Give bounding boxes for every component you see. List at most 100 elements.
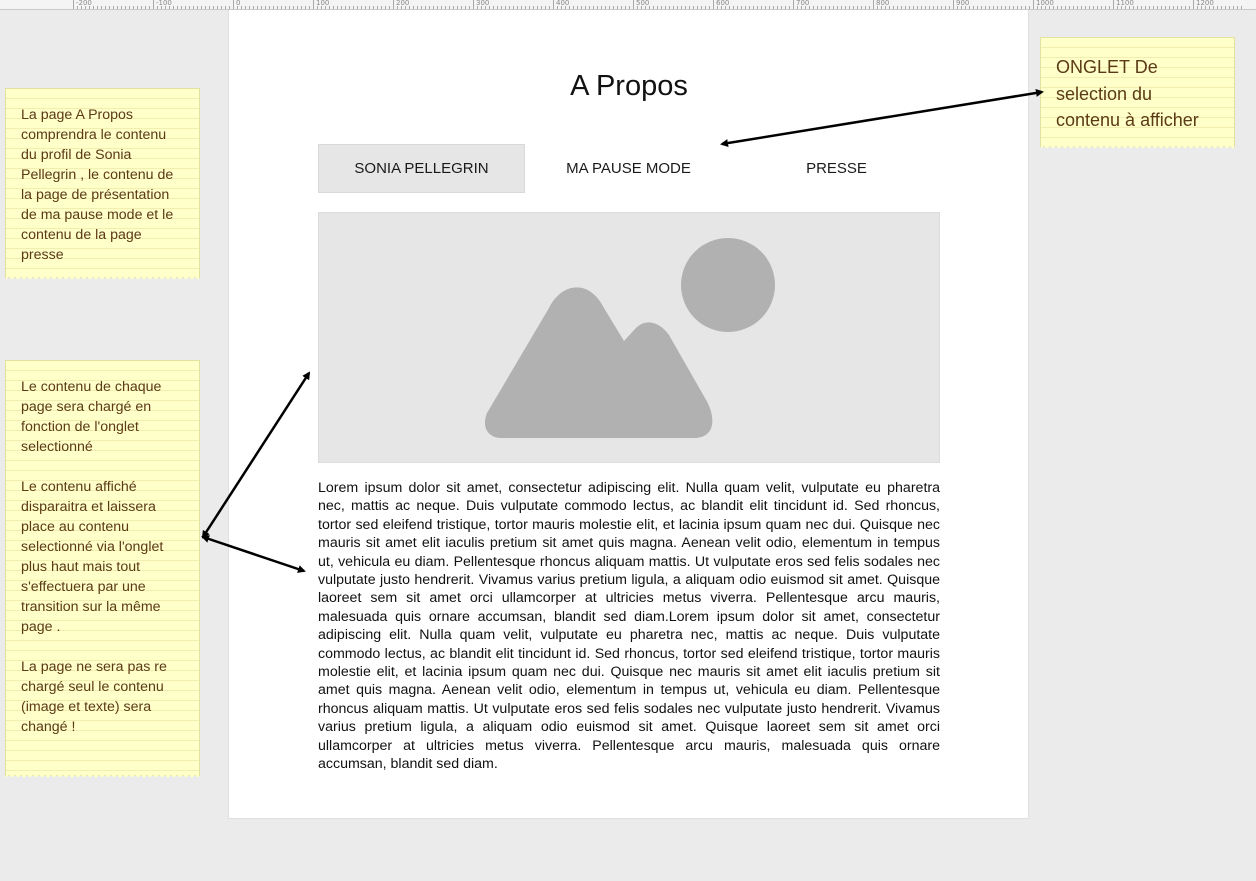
ruler-tick (309, 6, 310, 9)
ruler-tick (373, 6, 374, 9)
image-placeholder (318, 212, 940, 463)
ruler-tick (857, 6, 858, 9)
tab-bar: SONIA PELLEGRIN MA PAUSE MODE PRESSE (318, 144, 940, 193)
ruler-tick (1109, 6, 1110, 9)
ruler-tick (741, 6, 742, 9)
ruler-tick (901, 6, 902, 9)
ruler-tick (449, 6, 450, 9)
ruler-tick (189, 6, 190, 9)
ruler-tick (525, 6, 526, 9)
ruler-tick (1081, 6, 1082, 9)
ruler-tick (853, 6, 854, 9)
ruler-tick (757, 6, 758, 9)
ruler-tick (913, 6, 914, 9)
ruler-tick (201, 6, 202, 9)
ruler-label: 1000 (1036, 0, 1054, 7)
ruler-tick (505, 6, 506, 9)
ruler-tick (677, 6, 678, 9)
ruler-tick (1065, 6, 1066, 9)
ruler-tick (761, 6, 762, 9)
ruler-tick (905, 6, 906, 9)
ruler-tick (381, 6, 382, 9)
ruler-tick (1009, 6, 1010, 9)
ruler-tick (429, 6, 430, 9)
body-text: Lorem ipsum dolor sit amet, consectetur … (318, 480, 940, 773)
ruler-tick (497, 6, 498, 9)
ruler-tick (1137, 6, 1138, 9)
ruler-tick (225, 6, 226, 9)
ruler-tick (1193, 0, 1194, 9)
ruler-tick (297, 6, 298, 9)
ruler-tick (753, 6, 754, 9)
ruler-tick (245, 6, 246, 9)
ruler-label: 900 (956, 0, 970, 7)
ruler-tick (421, 6, 422, 9)
ruler-tick (781, 6, 782, 9)
ruler-tick (333, 6, 334, 9)
ruler-tick (273, 6, 274, 9)
ruler-tick (1173, 6, 1174, 9)
ruler-tick (361, 6, 362, 9)
ruler-tick (1217, 6, 1218, 9)
ruler-label: -200 (76, 0, 92, 7)
tab-ma-pause-mode[interactable]: MA PAUSE MODE (525, 144, 732, 193)
ruler-tick (897, 6, 898, 9)
ruler-label: 700 (796, 0, 810, 7)
ruler-tick (345, 6, 346, 9)
ruler-tick (733, 6, 734, 9)
ruler-tick (125, 6, 126, 9)
ruler-tick (993, 6, 994, 9)
ruler-label: 500 (636, 0, 650, 7)
tab-sonia-pellegrin[interactable]: SONIA PELLEGRIN (318, 144, 525, 193)
ruler-tick (777, 6, 778, 9)
ruler-tick (1185, 6, 1186, 9)
ruler-tick (597, 6, 598, 9)
ruler-tick (989, 6, 990, 9)
ruler-tick (417, 6, 418, 9)
ruler-tick (249, 6, 250, 9)
ruler-tick (693, 6, 694, 9)
ruler-tick (1165, 6, 1166, 9)
ruler-tick (241, 6, 242, 9)
ruler-tick (793, 0, 794, 9)
ruler-tick (769, 6, 770, 9)
ruler-tick (173, 6, 174, 9)
ruler-label: 600 (716, 0, 730, 7)
ruler-tick (669, 6, 670, 9)
ruler-tick (1101, 6, 1102, 9)
ruler-tick (521, 6, 522, 9)
ruler-tick (605, 6, 606, 9)
ruler-tick (1057, 6, 1058, 9)
ruler-tick (73, 0, 74, 9)
ruler-tick (1077, 6, 1078, 9)
ruler-tick (1033, 0, 1034, 9)
ruler-tick (1233, 6, 1234, 9)
ruler-tick (1221, 6, 1222, 9)
ruler-tick (113, 6, 114, 9)
image-icon (484, 238, 775, 438)
horizontal-ruler: -200 -100 0 100 200 300 400 500 600 700 800 900 1000… (0, 0, 1256, 10)
ruler-tick (425, 6, 426, 9)
ruler-tick (117, 6, 118, 9)
ruler-tick (441, 6, 442, 9)
ruler-tick (109, 6, 110, 9)
ruler-tick (953, 0, 954, 9)
ruler-tick (617, 6, 618, 9)
ruler-tick (661, 6, 662, 9)
ruler-tick (553, 0, 554, 9)
ruler-tick (301, 6, 302, 9)
ruler-tick (285, 6, 286, 9)
ruler-tick (509, 6, 510, 9)
wireframe-page: A Propos SONIA PELLEGRIN MA PAUSE MODE P… (228, 10, 1029, 819)
ruler-tick (949, 6, 950, 9)
ruler-tick (973, 6, 974, 9)
ruler-label: 400 (556, 0, 570, 7)
ruler-tick (213, 6, 214, 9)
sticky-note-tabs: ONGLET De selection du contenu à affiche… (1040, 37, 1235, 150)
ruler-tick (837, 6, 838, 9)
ruler-tick (153, 0, 154, 9)
sticky-note-text: ONGLET De selection du contenu à affiche… (1056, 57, 1199, 130)
tab-presse[interactable]: PRESSE (733, 144, 940, 193)
ruler-tick (917, 6, 918, 9)
ruler-label: 0 (236, 0, 241, 7)
